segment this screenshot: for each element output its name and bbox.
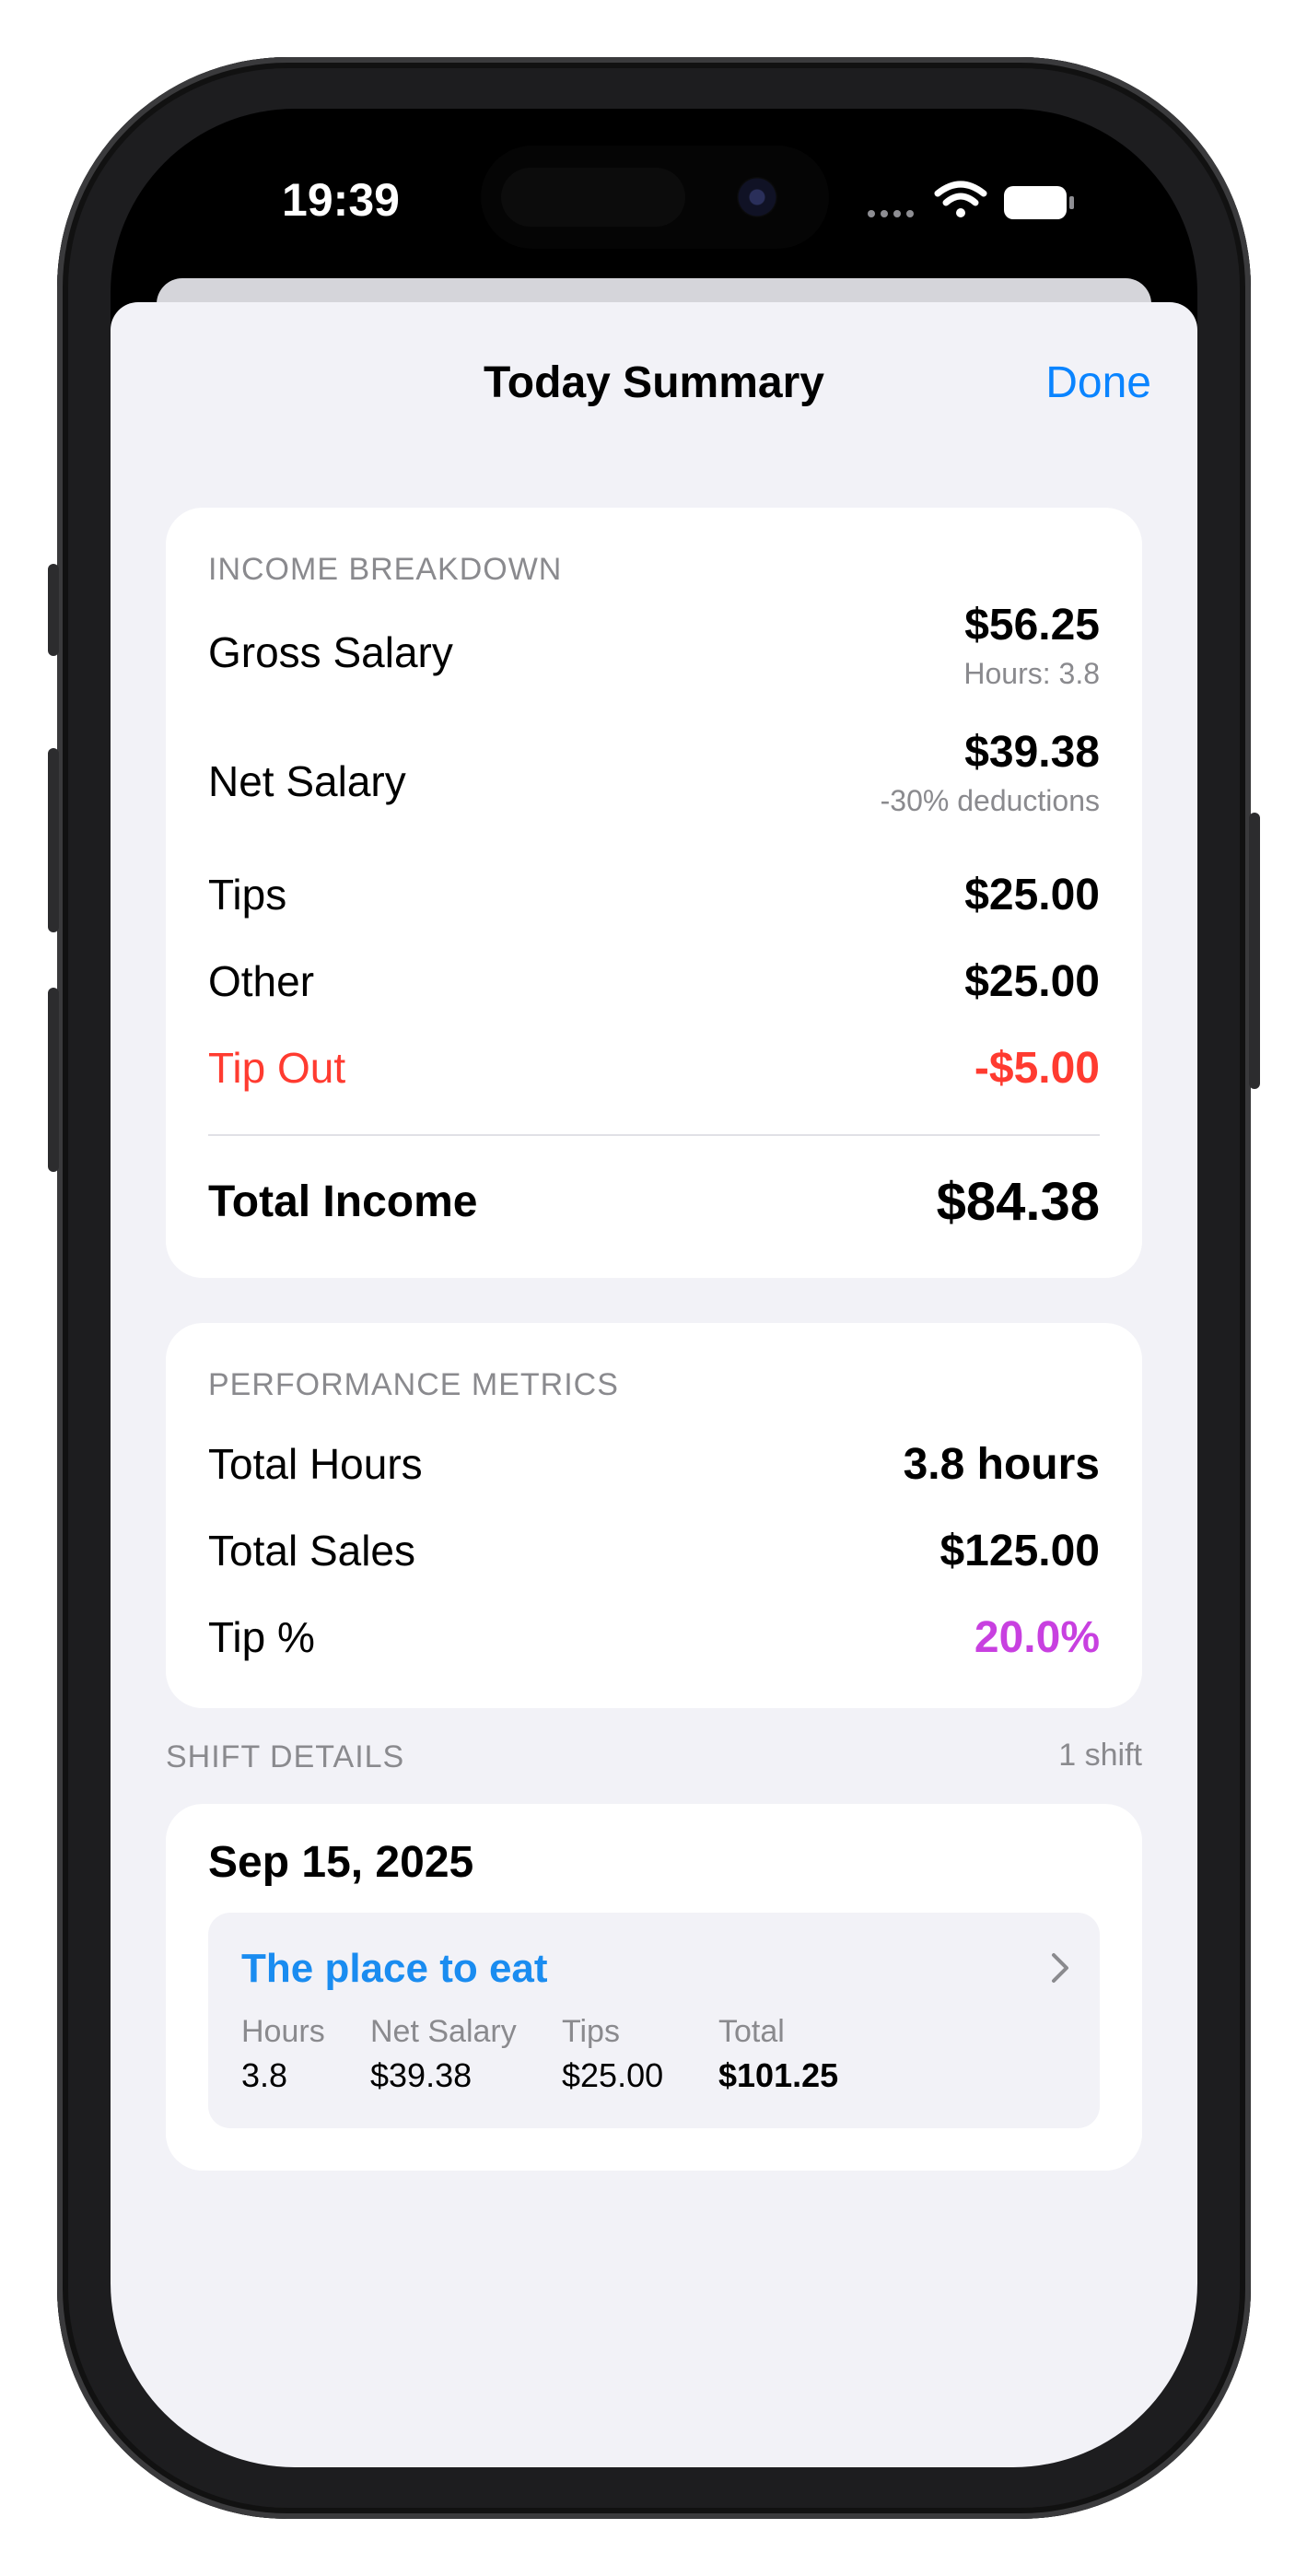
total-hours-value: 3.8 hours (903, 1440, 1100, 1489)
done-button[interactable]: Done (1045, 357, 1151, 408)
wifi-icon (934, 181, 987, 217)
screen: 19:39 Today Summary Done INCOME BREAKDOW… (111, 109, 1197, 2467)
other-label: Other (208, 957, 315, 1005)
total-sales-row: Total Sales $125.00 (208, 1526, 1100, 1581)
total-hours-label: Total Hours (208, 1440, 423, 1488)
tips-row: Tips $25.00 (208, 870, 1100, 925)
net-salary-deductions: -30% deductions (880, 784, 1100, 817)
other-row: Other $25.00 (208, 956, 1100, 1012)
shift-place-name[interactable]: The place to eat (241, 1946, 548, 1992)
shift-net-salary-label: Net Salary (370, 2014, 517, 2049)
other-value: $25.00 (964, 957, 1100, 1006)
tip-percent-row: Tip % 20.0% (208, 1612, 1100, 1668)
tip-out-value: -$5.00 (974, 1044, 1100, 1093)
performance-metrics-card: PERFORMANCE METRICS Total Hours 3.8 hour… (166, 1323, 1142, 1708)
battery-icon (1004, 186, 1074, 219)
summary-sheet: Today Summary Done INCOME BREAKDOWN Gros… (111, 302, 1197, 2467)
shift-details-card: Sep 15, 2025 The place to eat Hours 3.8 … (166, 1804, 1142, 2171)
shift-hours-value: 3.8 (241, 2056, 288, 2094)
income-section-label: INCOME BREAKDOWN (208, 552, 563, 587)
tip-percent-value: 20.0% (974, 1613, 1100, 1662)
action-button (48, 564, 59, 656)
status-icons (866, 181, 1105, 219)
tips-label: Tips (208, 871, 287, 919)
volume-down-button (48, 988, 59, 1172)
tip-out-label: Tip Out (208, 1044, 346, 1092)
shift-count: 1 shift (1058, 1738, 1142, 1773)
shift-tips-value: $25.00 (562, 2056, 664, 2094)
status-time: 19:39 (282, 174, 400, 226)
chevron-right-icon (1048, 1950, 1072, 1991)
tip-percent-label: Tip % (208, 1613, 315, 1661)
power-button (1249, 813, 1260, 1089)
total-sales-value: $125.00 (939, 1527, 1100, 1575)
performance-section-label: PERFORMANCE METRICS (208, 1367, 619, 1402)
shift-total-value: $101.25 (718, 2056, 839, 2094)
net-salary-value: $39.38 (964, 728, 1100, 777)
gross-salary-value: $56.25 (964, 601, 1100, 650)
shift-hours-label: Hours (241, 2014, 325, 2049)
camera-icon (737, 177, 777, 217)
page-title: Today Summary (484, 358, 824, 407)
gross-salary-label: Gross Salary (208, 628, 453, 676)
gross-salary-hours: Hours: 3.8 (963, 657, 1100, 690)
shift-total-label: Total (718, 2014, 785, 2049)
total-sales-label: Total Sales (208, 1527, 416, 1575)
income-divider (208, 1134, 1100, 1136)
net-salary-label: Net Salary (208, 757, 406, 805)
total-hours-row: Total Hours 3.8 hours (208, 1439, 1100, 1494)
volume-up-button (48, 748, 59, 932)
tips-value: $25.00 (964, 871, 1100, 919)
total-income-label: Total Income (208, 1177, 478, 1226)
shift-date: Sep 15, 2025 (208, 1838, 474, 1887)
cellular-signal-icon (868, 210, 914, 217)
shift-tips-label: Tips (562, 2014, 620, 2049)
shift-row[interactable]: The place to eat Hours 3.8 Net Salary $3… (208, 1913, 1100, 2128)
shift-net-salary-value: $39.38 (370, 2056, 473, 2094)
income-breakdown-card: INCOME BREAKDOWN Gross Salary $56.25 Hou… (166, 508, 1142, 1278)
gross-salary-row: Gross Salary $56.25 Hours: 3.8 (208, 600, 1100, 710)
total-income-row: Total Income $84.38 (208, 1171, 1100, 1235)
shift-details-label: SHIFT DETAILS (166, 1739, 405, 1774)
net-salary-row: Net Salary $39.38 -30% deductions (208, 727, 1100, 837)
total-income-value: $84.38 (936, 1172, 1100, 1232)
tip-out-row: Tip Out -$5.00 (208, 1043, 1100, 1098)
dynamic-island (481, 146, 829, 249)
